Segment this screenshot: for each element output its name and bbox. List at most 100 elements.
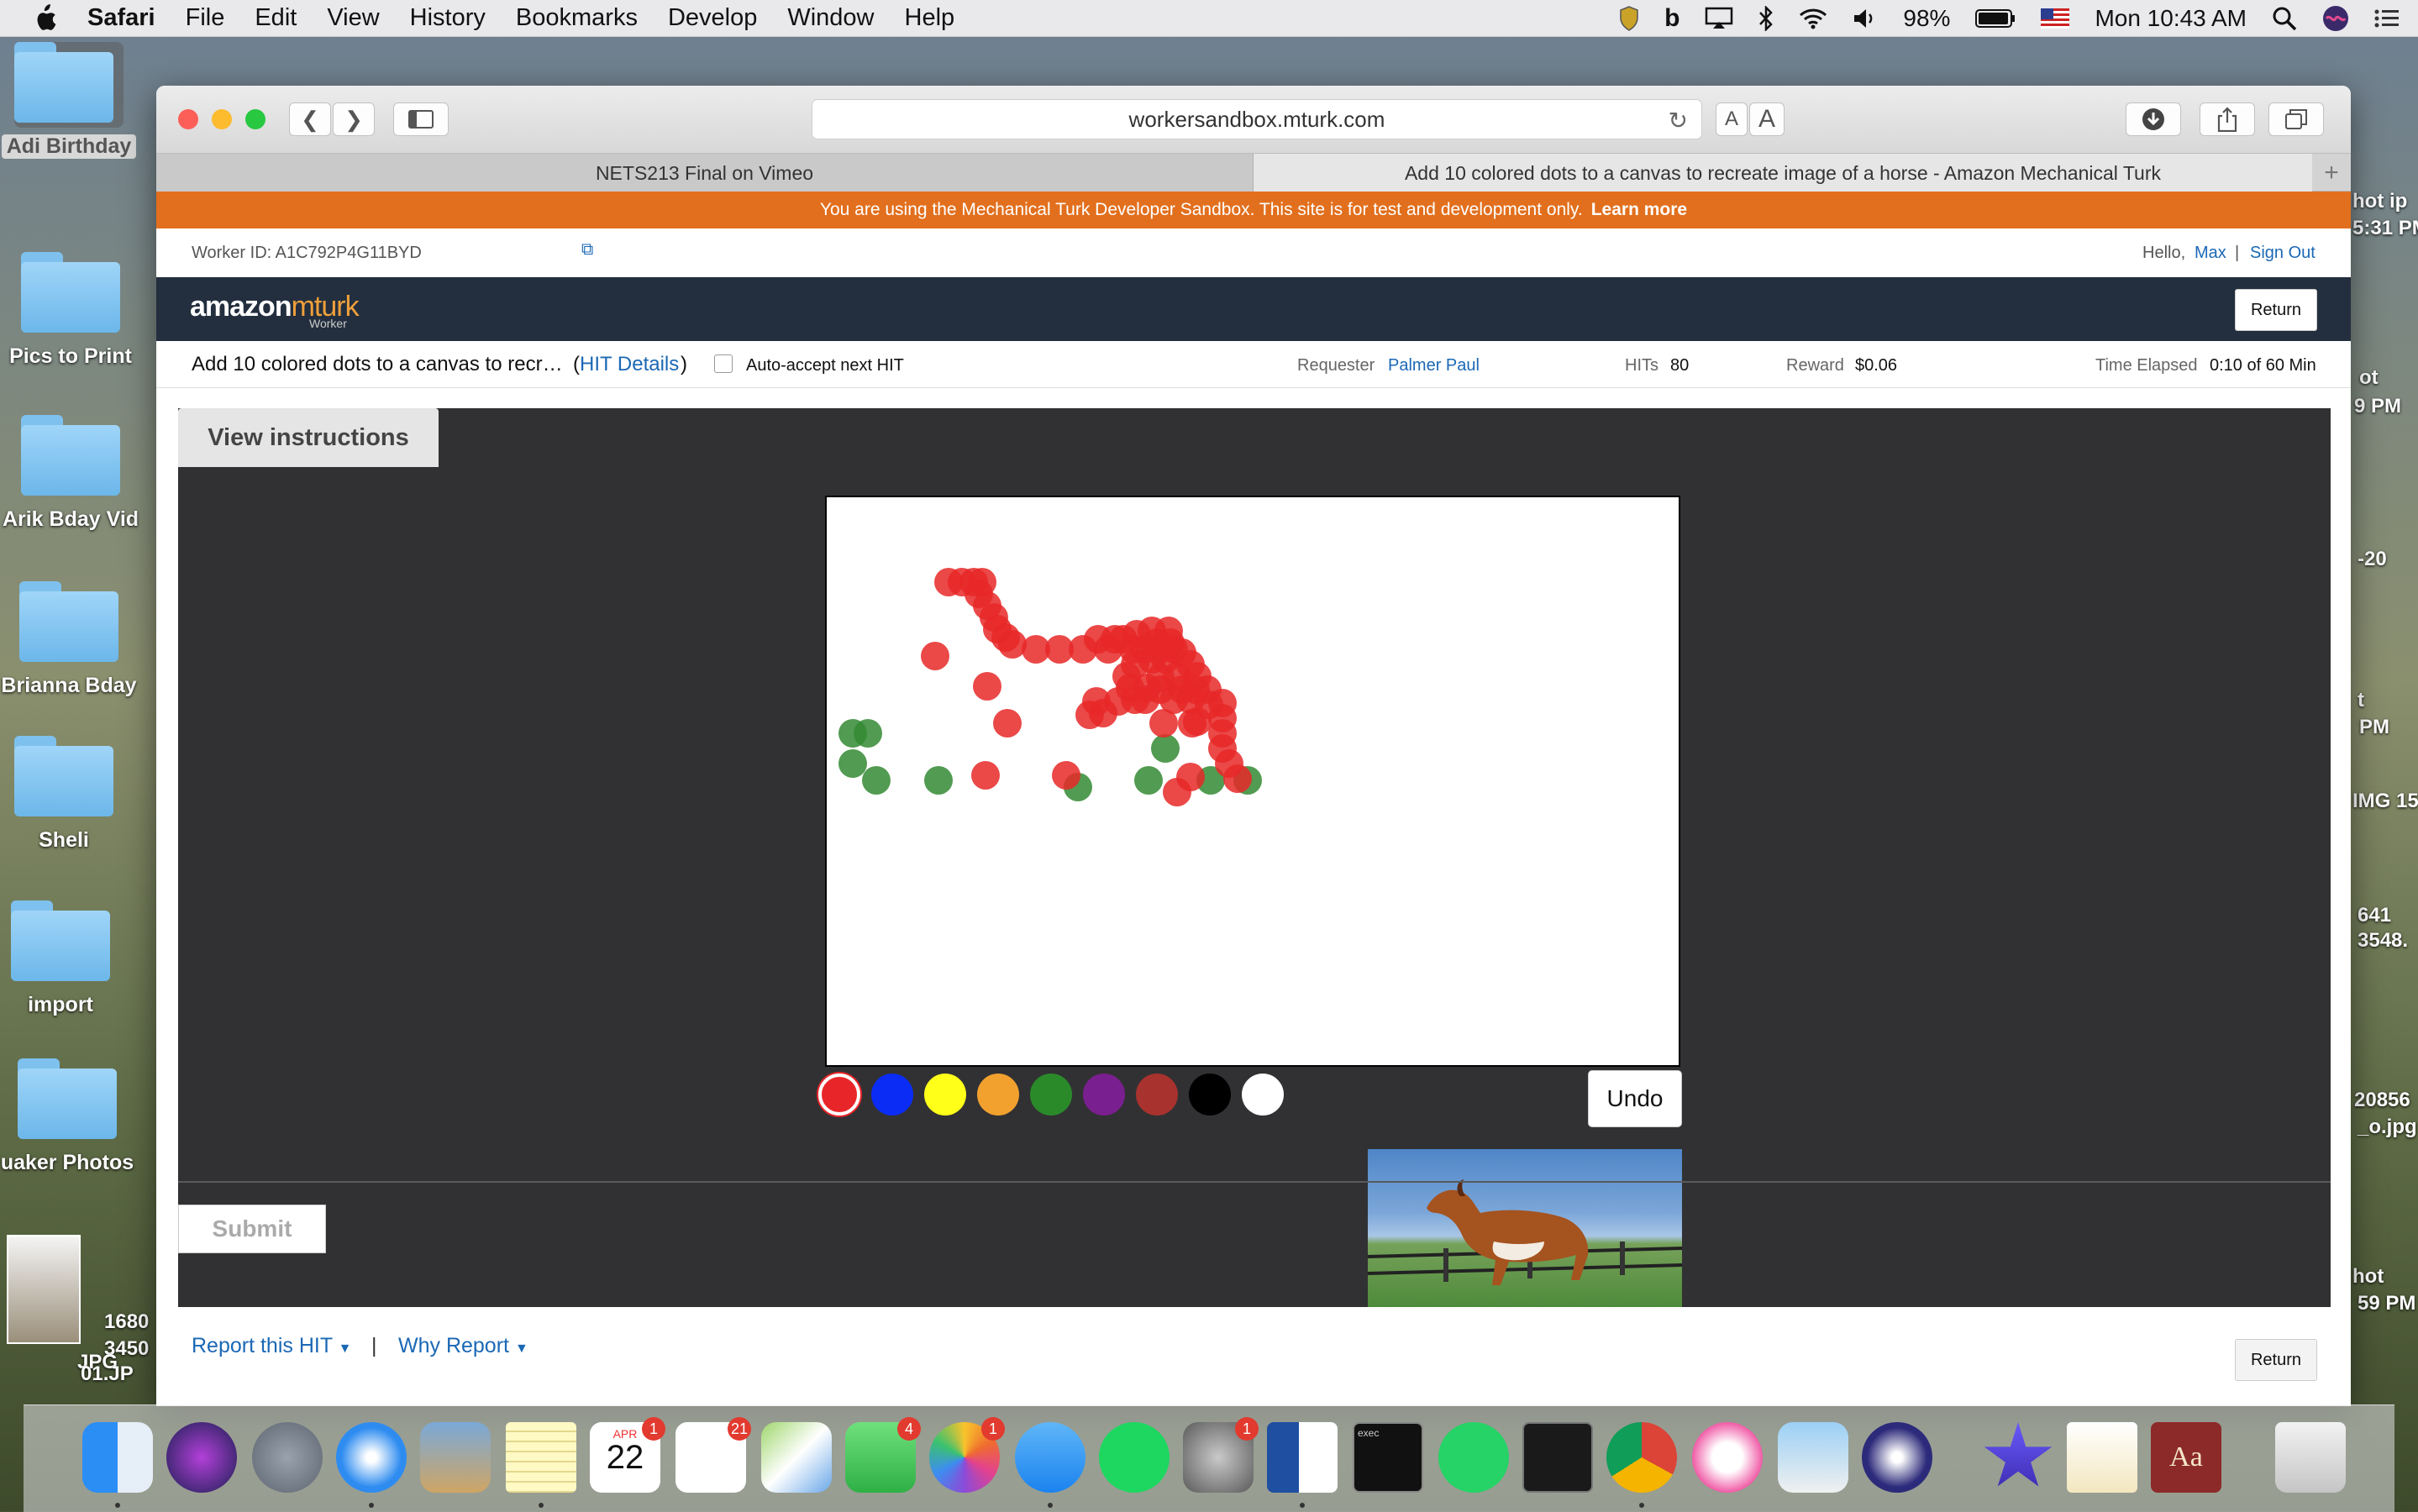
minimize-window-button[interactable] — [212, 109, 232, 129]
notification-center-icon[interactable] — [2374, 8, 2400, 29]
return-button-footer[interactable]: Return — [2235, 1339, 2317, 1381]
reload-icon[interactable]: ↻ — [1669, 107, 1688, 134]
desktop-folder-adi-birthday[interactable]: Adi Birthday — [0, 42, 145, 159]
desktop-folder-pics-to-print[interactable]: Pics to Print — [0, 252, 146, 369]
desktop-folder-sheli[interactable]: Sheli — [0, 736, 139, 853]
menu-bookmarks[interactable]: Bookmarks — [501, 4, 653, 32]
section-divider — [178, 1181, 2331, 1183]
facetime-icon[interactable]: 4 — [845, 1417, 921, 1493]
menu-edit[interactable]: Edit — [239, 4, 312, 32]
menubar-clock[interactable]: Mon 10:43 AM — [2095, 5, 2247, 32]
activity-monitor-icon[interactable] — [1522, 1422, 1593, 1493]
downloads-button[interactable] — [2126, 102, 2181, 136]
launchpad-icon[interactable] — [252, 1422, 323, 1493]
why-report-link[interactable]: Why Report ▼ — [398, 1334, 528, 1358]
sidebar-toggle-button[interactable] — [393, 102, 449, 136]
menu-window[interactable]: Window — [772, 4, 889, 32]
desktop-file-thumbnail[interactable] — [7, 1235, 81, 1344]
trash-icon[interactable] — [2275, 1422, 2346, 1493]
desktop-folder-arik-bday-vid[interactable]: Arik Bday Vid — [0, 415, 146, 532]
desktop-folder-import[interactable]: import — [0, 900, 136, 1017]
return-button-header[interactable]: Return — [2235, 289, 2317, 331]
battery-icon[interactable] — [1975, 8, 2016, 29]
siri-dock-icon[interactable] — [166, 1422, 237, 1493]
tab-overview-button[interactable] — [2268, 102, 2324, 136]
textedit-icon[interactable] — [2067, 1422, 2137, 1493]
drawing-canvas[interactable] — [825, 496, 1680, 1067]
notes-icon[interactable] — [506, 1422, 576, 1493]
undo-label: Undo — [1606, 1085, 1664, 1111]
color-swatch[interactable] — [1083, 1074, 1125, 1116]
maps-icon[interactable] — [761, 1422, 832, 1493]
color-swatch[interactable] — [1242, 1074, 1284, 1116]
chrome-icon[interactable] — [1606, 1422, 1677, 1493]
color-swatch[interactable] — [871, 1074, 913, 1116]
auto-accept-checkbox[interactable] — [714, 354, 733, 373]
forward-button[interactable]: ❯ — [333, 102, 375, 136]
text-smaller-button[interactable]: A — [1716, 102, 1748, 136]
word-icon[interactable] — [1267, 1422, 1338, 1493]
dictionary-icon[interactable]: Aa — [2151, 1422, 2221, 1493]
color-swatch[interactable] — [1136, 1074, 1178, 1116]
safari-icon[interactable] — [336, 1422, 407, 1493]
photos-icon[interactable]: 1 — [929, 1417, 1005, 1493]
tab-mturk[interactable]: Add 10 colored dots to a canvas to recre… — [1254, 154, 2312, 192]
color-swatch[interactable] — [818, 1074, 860, 1116]
undo-button[interactable]: Undo — [1588, 1070, 1682, 1127]
learn-more-link[interactable]: Learn more — [1591, 200, 1687, 220]
tab-vimeo[interactable]: NETS213 Final on Vimeo — [156, 154, 1254, 192]
zoom-window-button[interactable] — [245, 109, 265, 129]
menu-develop[interactable]: Develop — [653, 4, 772, 32]
eclipse-icon[interactable] — [1862, 1422, 1932, 1493]
address-bar[interactable]: workersandbox.mturk.com ↻ — [812, 99, 1702, 139]
terminal-icon[interactable]: exec — [1353, 1422, 1423, 1493]
menu-view[interactable]: View — [312, 4, 394, 32]
siri-icon[interactable] — [2322, 5, 2349, 32]
mturk-logo[interactable]: amazonmturk Worker — [190, 291, 360, 330]
user-name-link[interactable]: Max — [2195, 244, 2226, 263]
bing-icon[interactable]: b — [1664, 4, 1679, 33]
report-hit-link[interactable]: Report this HIT ▼ — [192, 1334, 351, 1358]
color-swatch[interactable] — [977, 1074, 1019, 1116]
view-instructions-button[interactable]: View instructions — [178, 408, 439, 467]
desktop-folder-brianna-bday[interactable]: Brianna Bday — [0, 581, 145, 698]
itunes-icon[interactable] — [1692, 1422, 1763, 1493]
volume-icon[interactable] — [1853, 8, 1878, 29]
submit-button[interactable]: Submit — [178, 1205, 326, 1253]
text-larger-button[interactable]: A — [1749, 102, 1785, 136]
share-button[interactable] — [2200, 102, 2255, 136]
imovie-star-icon[interactable] — [1984, 1422, 2053, 1487]
tabs-icon — [2285, 109, 2307, 129]
apple-icon[interactable] — [32, 3, 57, 33]
back-button[interactable]: ❮ — [289, 102, 331, 136]
messages-icon[interactable] — [1015, 1422, 1085, 1493]
system-preferences-icon[interactable]: 1 — [1183, 1417, 1259, 1493]
color-swatch[interactable] — [1030, 1074, 1072, 1116]
new-tab-button[interactable]: + — [2312, 154, 2351, 192]
desktop-folder-quaker-photos[interactable]: uaker Photos — [0, 1058, 143, 1175]
spotify-icon[interactable] — [1099, 1422, 1170, 1493]
menu-help[interactable]: Help — [890, 4, 970, 32]
hit-details-link[interactable]: HIT Details — [580, 353, 679, 376]
color-swatch[interactable] — [1189, 1074, 1231, 1116]
flag-us-icon[interactable] — [2041, 8, 2070, 29]
whatsapp-icon[interactable] — [1438, 1422, 1509, 1493]
menu-file[interactable]: File — [171, 4, 240, 32]
close-window-button[interactable] — [178, 109, 198, 129]
finder-icon[interactable] — [82, 1422, 153, 1493]
wifi-icon[interactable] — [1799, 8, 1827, 29]
menu-app-name[interactable]: Safari — [72, 4, 171, 32]
menu-history[interactable]: History — [395, 4, 501, 32]
airplay-icon[interactable] — [1705, 7, 1733, 30]
requester-link[interactable]: Palmer Paul — [1388, 356, 1480, 375]
copy-icon[interactable]: ⧉ — [581, 240, 593, 260]
reminders-icon[interactable]: 21 — [675, 1417, 751, 1493]
preview-mail-icon[interactable] — [420, 1422, 491, 1493]
shield-icon[interactable] — [1619, 6, 1639, 31]
calendar-icon[interactable]: APR 22 1 — [590, 1417, 665, 1493]
spotlight-search-icon[interactable] — [2272, 6, 2297, 31]
bluetooth-icon[interactable] — [1758, 6, 1774, 31]
image-capture-icon[interactable] — [1778, 1422, 1848, 1493]
sign-out-link[interactable]: Sign Out — [2250, 244, 2315, 263]
color-swatch[interactable] — [924, 1074, 966, 1116]
